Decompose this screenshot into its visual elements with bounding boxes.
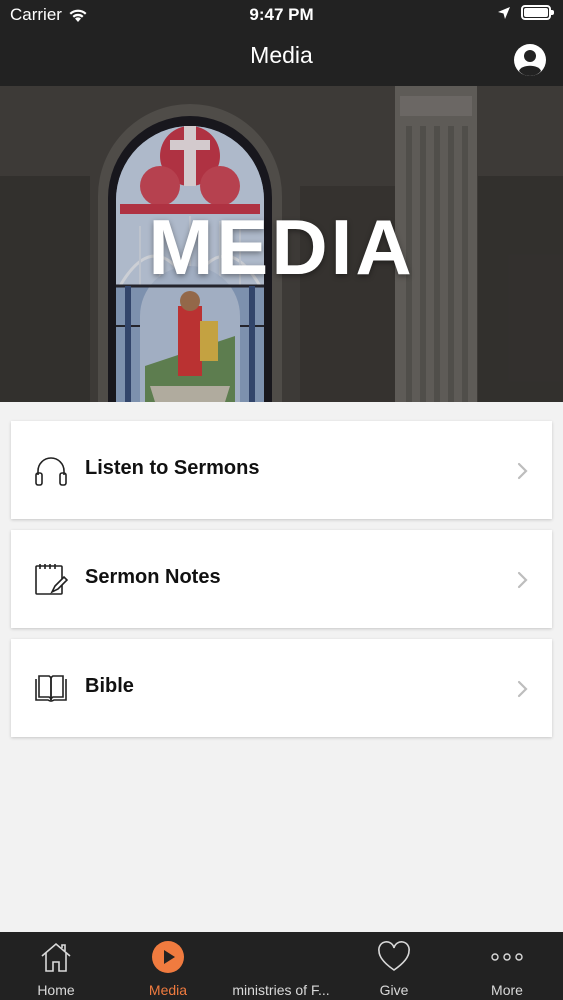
- hero-banner: MEDIA: [0, 86, 563, 402]
- home-icon: [41, 942, 71, 972]
- tab-label: Give: [379, 982, 409, 998]
- menu-item-label: Sermon Notes: [85, 566, 221, 588]
- open-book-icon: [35, 675, 67, 702]
- tab-label: ministries of F...: [232, 982, 330, 998]
- bible-item[interactable]: Bible: [11, 639, 552, 737]
- tab-media[interactable]: Media: [112, 932, 224, 1000]
- headphones-icon: [35, 457, 67, 486]
- chevron-right-icon: [517, 462, 528, 480]
- menu-item-label: Bible: [85, 675, 134, 697]
- tab-label: More: [491, 982, 523, 998]
- tab-label: Media: [148, 982, 188, 998]
- user-circle-icon[interactable]: [514, 44, 546, 76]
- page-title: Media: [250, 42, 313, 68]
- chevron-right-icon: [517, 680, 528, 698]
- sermon-notes-item[interactable]: Sermon Notes: [11, 530, 552, 628]
- more-dots-icon: [491, 953, 523, 961]
- top-bar: Carrier 9:47 PM Media: [0, 0, 563, 86]
- clock: 9:47 PM: [249, 5, 314, 24]
- hero-title: MEDIA: [148, 203, 415, 291]
- listen-to-sermons-item[interactable]: Listen to Sermons: [11, 421, 552, 519]
- tab-home[interactable]: Home: [0, 932, 112, 1000]
- chevron-right-icon: [517, 571, 528, 589]
- status-right: [497, 5, 554, 20]
- location-arrow-icon: [498, 6, 510, 19]
- heart-icon: [378, 941, 410, 971]
- tab-bar: Home Media ministries of F... Give More: [0, 932, 563, 1000]
- menu-item-label: Listen to Sermons: [85, 457, 260, 479]
- tab-ministries[interactable]: ministries of F...: [225, 932, 337, 1000]
- tab-more[interactable]: More: [451, 932, 563, 1000]
- battery-icon: [521, 5, 554, 20]
- tab-label: Home: [37, 982, 75, 998]
- tab-give[interactable]: Give: [338, 932, 450, 1000]
- play-circle-icon: [152, 941, 184, 973]
- status-bar: Carrier 9:47 PM: [0, 0, 563, 30]
- notepad-pencil-icon: [35, 564, 69, 595]
